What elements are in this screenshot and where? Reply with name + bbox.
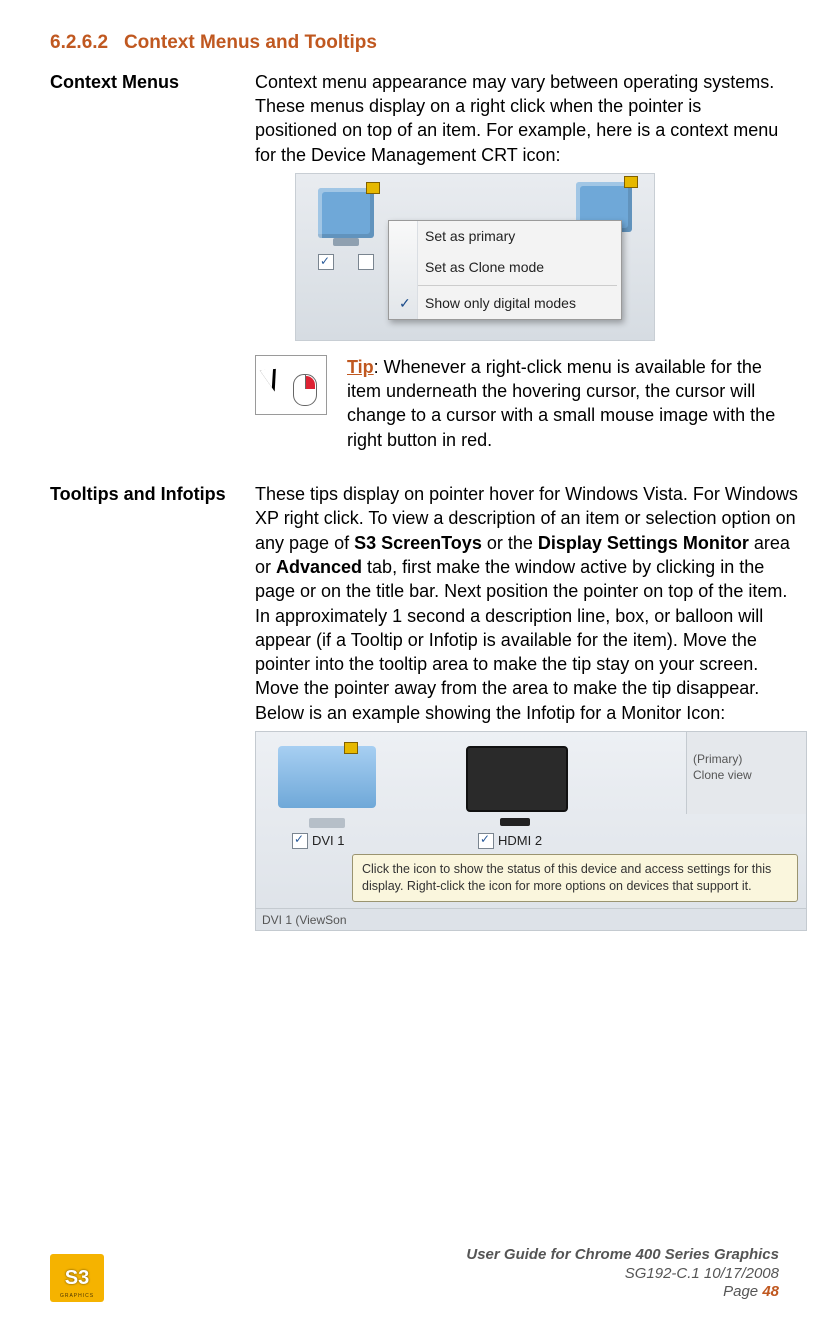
footer-text: User Guide for Chrome 400 Series Graphic… bbox=[466, 1246, 779, 1302]
menu-item-set-clone[interactable]: Set as Clone mode bbox=[389, 252, 621, 283]
monitor-hdmi-icon bbox=[466, 746, 564, 818]
hdmi-label: HDMI 2 bbox=[498, 832, 542, 850]
dvi-label: DVI 1 bbox=[312, 832, 345, 850]
menu-separator bbox=[393, 285, 617, 286]
monitor-screen-icon bbox=[466, 746, 568, 812]
section-heading: 6.2.6.2 Context Menus and Tooltips bbox=[50, 30, 779, 56]
monitor-screen-icon bbox=[278, 746, 376, 808]
logo-subtext: GRAPHICS bbox=[60, 1293, 94, 1300]
status-clone: Clone view bbox=[693, 768, 800, 784]
bottom-strip-label: DVI 1 (ViewSon bbox=[256, 908, 806, 930]
ti-mid1: or the bbox=[482, 533, 538, 553]
ti-bold3: Advanced bbox=[276, 557, 362, 577]
tip-row: Tip: Whenever a right-click menu is avai… bbox=[255, 355, 779, 456]
tooltips-infotips-row: Tooltips and Infotips These tips display… bbox=[50, 482, 779, 931]
right-status-panel: (Primary) Clone view bbox=[686, 732, 806, 814]
cursor-figure bbox=[255, 355, 327, 415]
mouse-right-button-icon bbox=[306, 376, 315, 389]
checkbox-icon bbox=[318, 254, 334, 270]
monitor-dvi-icon bbox=[278, 746, 376, 818]
menu-item-show-digital[interactable]: ✓ Show only digital modes bbox=[389, 288, 621, 319]
menu-item-set-primary[interactable]: Set as primary bbox=[389, 221, 621, 252]
dvi-checkbox-row: DVI 1 bbox=[292, 832, 345, 850]
infotip-tooltip: Click the icon to show the status of thi… bbox=[352, 854, 798, 902]
page-footer: S3 GRAPHICS User Guide for Chrome 400 Se… bbox=[50, 1246, 779, 1302]
monitor-icon-left bbox=[318, 188, 374, 238]
tooltips-infotips-paragraph: These tips display on pointer hover for … bbox=[255, 482, 807, 725]
footer-doc: SG192-C.1 10/17/2008 bbox=[466, 1265, 779, 1284]
footer-title: User Guide for Chrome 400 Series Graphic… bbox=[466, 1246, 779, 1265]
checkbox-icon bbox=[358, 254, 374, 270]
cursor-arrow-icon bbox=[260, 362, 286, 391]
tip-paragraph: Tip: Whenever a right-click menu is avai… bbox=[347, 355, 779, 452]
logo-text: S3 bbox=[65, 1265, 89, 1292]
tip-label: Tip bbox=[347, 357, 374, 377]
ti-bold2: Display Settings Monitor bbox=[538, 533, 749, 553]
infotip-figure: (Primary) Clone view DVI 1 HDMI 2 Click … bbox=[255, 731, 807, 931]
section-title: Context Menus and Tooltips bbox=[124, 32, 377, 53]
context-menu-figure: Set as primary Set as Clone mode ✓ Show … bbox=[295, 173, 655, 341]
menu-item-show-digital-label: Show only digital modes bbox=[425, 295, 576, 311]
context-menus-content: Context menu appearance may vary between… bbox=[255, 70, 779, 474]
ti-post: tab, first make the window active by cli… bbox=[255, 557, 787, 723]
context-menu-popup: Set as primary Set as Clone mode ✓ Show … bbox=[388, 220, 622, 320]
context-menus-paragraph: Context menu appearance may vary between… bbox=[255, 70, 779, 167]
page-label: Page bbox=[723, 1283, 762, 1300]
checkbox-hdmi[interactable] bbox=[478, 833, 494, 849]
ti-bold1: S3 ScreenToys bbox=[354, 533, 482, 553]
context-menus-label: Context Menus bbox=[50, 70, 255, 474]
tooltips-infotips-label: Tooltips and Infotips bbox=[50, 482, 255, 931]
section-number: 6.2.6.2 bbox=[50, 32, 108, 53]
monitor-badge-icon bbox=[344, 742, 358, 754]
s3-logo: S3 GRAPHICS bbox=[50, 1254, 104, 1302]
context-menus-row: Context Menus Context menu appearance ma… bbox=[50, 70, 779, 474]
page-number: 48 bbox=[762, 1283, 779, 1300]
checkbox-dvi[interactable] bbox=[292, 833, 308, 849]
mouse-icon bbox=[293, 374, 317, 406]
status-primary: (Primary) bbox=[693, 752, 800, 768]
monitor-badge-icon bbox=[366, 182, 380, 194]
check-icon: ✓ bbox=[399, 294, 411, 313]
monitor-badge-icon bbox=[624, 176, 638, 188]
hdmi-checkbox-row: HDMI 2 bbox=[478, 832, 542, 850]
tooltips-infotips-content: These tips display on pointer hover for … bbox=[255, 482, 807, 931]
tip-text: : Whenever a right-click menu is availab… bbox=[347, 357, 775, 450]
